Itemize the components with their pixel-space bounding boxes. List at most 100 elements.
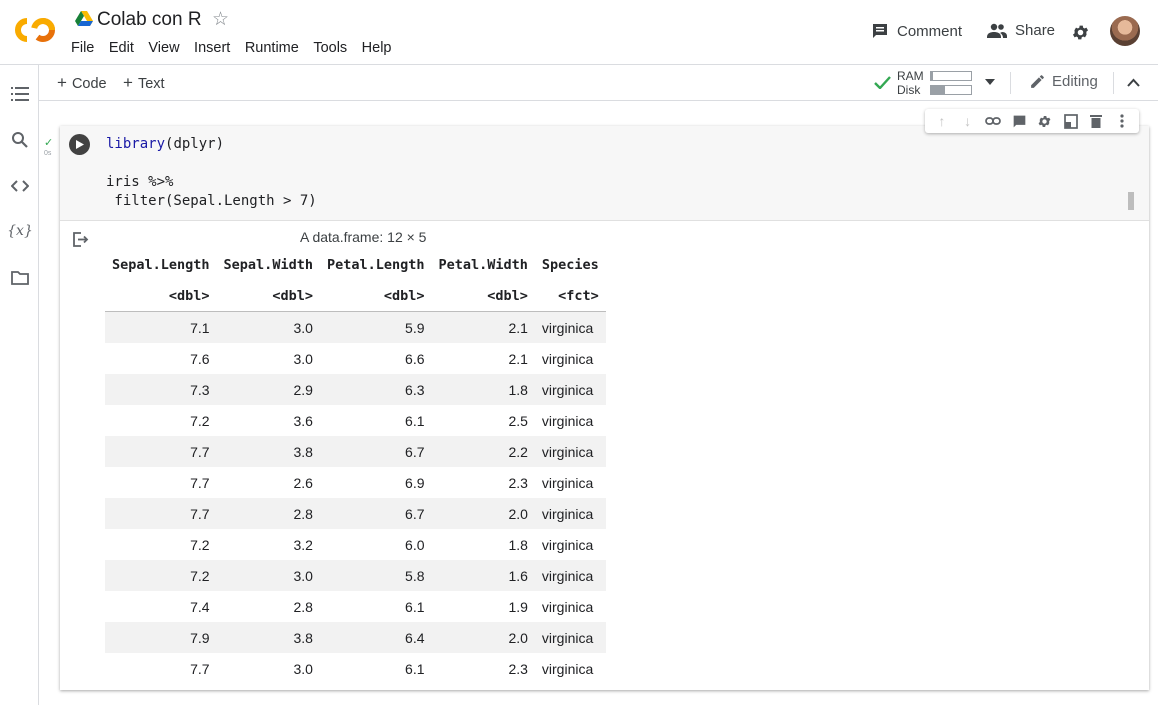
- clear-output-icon[interactable]: [72, 231, 89, 248]
- table-cell: 6.7: [319, 436, 432, 467]
- code-text: (dplyr): [165, 136, 225, 152]
- table-row: 7.3 2.9 6.3 1.8 virginica: [105, 374, 606, 405]
- run-cell-button[interactable]: [69, 134, 90, 155]
- add-code-button[interactable]: + Code: [57, 73, 107, 93]
- table-cell: virginica: [534, 622, 606, 653]
- table-cell: 2.9: [216, 374, 320, 405]
- table-cell: 1.8: [508, 536, 528, 553]
- chevron-up-icon[interactable]: [1127, 78, 1140, 87]
- move-up-icon[interactable]: ↑: [933, 112, 951, 130]
- ram-usage-bar[interactable]: [930, 71, 972, 81]
- table-cell: virginica: [541, 660, 594, 677]
- menu-tools[interactable]: Tools: [313, 40, 347, 56]
- table-cell: 3.0: [293, 660, 313, 677]
- files-folder-icon[interactable]: [11, 270, 29, 285]
- table-cell: virginica: [541, 598, 594, 615]
- notebook-title[interactable]: Colab con R: [97, 9, 202, 31]
- table-cell: 7.2: [190, 412, 210, 429]
- colab-logo-icon[interactable]: [14, 15, 56, 45]
- menu-file[interactable]: File: [71, 40, 94, 56]
- menu-insert[interactable]: Insert: [194, 40, 230, 56]
- code-line-3: iris %>%: [106, 174, 174, 190]
- disk-usage-bar[interactable]: [930, 85, 972, 95]
- table-cell: 1.8: [431, 374, 535, 405]
- more-options-icon[interactable]: [1113, 112, 1131, 130]
- table-row: 7.1 3.0 5.9 2.1 virginica: [105, 311, 606, 343]
- table-cell: 6.3: [319, 374, 432, 405]
- comment-cell-icon[interactable]: [1010, 112, 1028, 130]
- move-down-icon[interactable]: ↓: [959, 112, 977, 130]
- table-cell: 2.6: [293, 474, 313, 491]
- column-type: <dbl>: [216, 280, 320, 312]
- table-cell: 1.9: [508, 598, 528, 615]
- chevron-down-icon[interactable]: [985, 79, 995, 85]
- cell-settings-icon[interactable]: [1036, 112, 1054, 130]
- table-cell: virginica: [534, 311, 606, 343]
- table-cell: 6.7: [319, 498, 432, 529]
- table-cell: 7.7: [190, 474, 210, 491]
- user-avatar[interactable]: [1110, 16, 1140, 46]
- code-editor[interactable]: library(dplyr) iris %>% filter(Sepal.Len…: [60, 126, 1149, 221]
- column-header: Sepal.Width: [223, 256, 313, 273]
- menu-runtime[interactable]: Runtime: [245, 40, 299, 56]
- table-of-contents-icon[interactable]: [11, 86, 29, 102]
- table-cell: 3.8: [216, 436, 320, 467]
- table-cell: 7.7: [105, 436, 217, 467]
- table-cell: 5.9: [319, 311, 432, 343]
- table-cell: 6.1: [405, 412, 425, 429]
- settings-gear-icon[interactable]: [1071, 23, 1090, 42]
- table-cell: 3.0: [216, 560, 320, 591]
- table-cell: virginica: [534, 436, 606, 467]
- mirror-cell-icon[interactable]: [1062, 112, 1080, 130]
- table-cell: 6.4: [319, 622, 432, 653]
- editing-label: Editing: [1052, 73, 1098, 90]
- table-cell: 6.1: [405, 660, 425, 677]
- table-cell: 7.7: [105, 498, 217, 529]
- cell-toolbar: ↑ ↓: [925, 109, 1139, 133]
- link-icon[interactable]: [984, 112, 1002, 130]
- connected-check-icon: [874, 76, 891, 89]
- comment-button[interactable]: Comment: [871, 22, 962, 40]
- comment-icon: [873, 24, 887, 38]
- table-cell: virginica: [541, 474, 594, 491]
- table-cell: 2.1: [508, 350, 528, 367]
- table-row: 7.4 2.8 6.1 1.9 virginica: [105, 591, 606, 622]
- delete-icon[interactable]: [1087, 112, 1105, 130]
- people-icon: [987, 23, 1007, 38]
- plus-icon: +: [123, 73, 133, 92]
- disk-usage-fill: [931, 86, 945, 94]
- table-row: 7.6 3.0 6.6 2.1 virginica: [105, 343, 606, 374]
- table-cell: virginica: [534, 498, 606, 529]
- table-row: 7.7 2.8 6.7 2.0 virginica: [105, 498, 606, 529]
- search-icon[interactable]: [11, 131, 29, 149]
- editor-scrollbar[interactable]: [1128, 192, 1134, 210]
- star-icon[interactable]: ☆: [212, 8, 229, 31]
- pencil-icon: [1031, 75, 1044, 88]
- code-snippets-icon[interactable]: [11, 179, 29, 193]
- table-body: 7.1 3.0 5.9 2.1 virginica 7.6 3.0 6.6 2.1 virgini…: [105, 311, 606, 685]
- execution-check-icon: ✓: [44, 137, 54, 149]
- header-divider: [0, 64, 1158, 65]
- plus-icon: +: [57, 73, 67, 92]
- variables-icon[interactable]: {x}: [7, 221, 33, 241]
- add-text-button[interactable]: + Text: [123, 73, 165, 93]
- menu-help[interactable]: Help: [362, 40, 392, 56]
- menu-view[interactable]: View: [148, 40, 179, 56]
- table-cell: 5.8: [319, 560, 432, 591]
- disk-label: Disk: [897, 83, 921, 97]
- column-type: <fct>: [534, 280, 606, 312]
- table-row: 7.9 3.8 6.4 2.0 virginica: [105, 622, 606, 653]
- table-cell: 6.0: [405, 536, 425, 553]
- table-cell: 3.8: [216, 622, 320, 653]
- share-button[interactable]: Share: [987, 22, 1055, 39]
- table-cell: 7.2: [105, 560, 217, 591]
- editing-mode-button[interactable]: Editing: [1029, 73, 1098, 90]
- column-header: Species: [541, 256, 599, 273]
- column-header: Petal.Width: [438, 256, 528, 273]
- menu-edit[interactable]: Edit: [109, 40, 134, 56]
- table-cell: 2.3: [508, 660, 528, 677]
- code-line-4: filter(Sepal.Length > 7): [106, 193, 317, 209]
- table-cell: 7.9: [105, 622, 217, 653]
- table-cell: 1.6: [431, 560, 535, 591]
- add-code-label: Code: [71, 76, 107, 92]
